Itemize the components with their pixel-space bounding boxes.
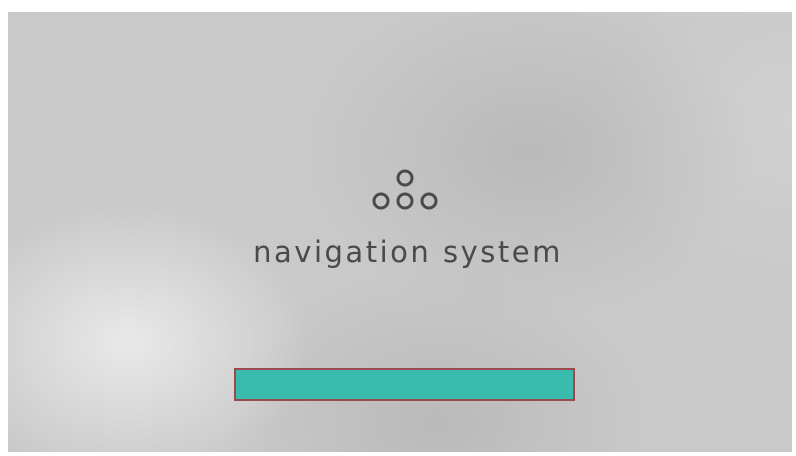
boot-screen: navigation system (8, 12, 792, 452)
system-title: navigation system (253, 235, 563, 269)
circles-logo-icon (372, 169, 438, 210)
loading-progress-fill (236, 370, 573, 399)
loading-progress-bar (234, 368, 575, 401)
